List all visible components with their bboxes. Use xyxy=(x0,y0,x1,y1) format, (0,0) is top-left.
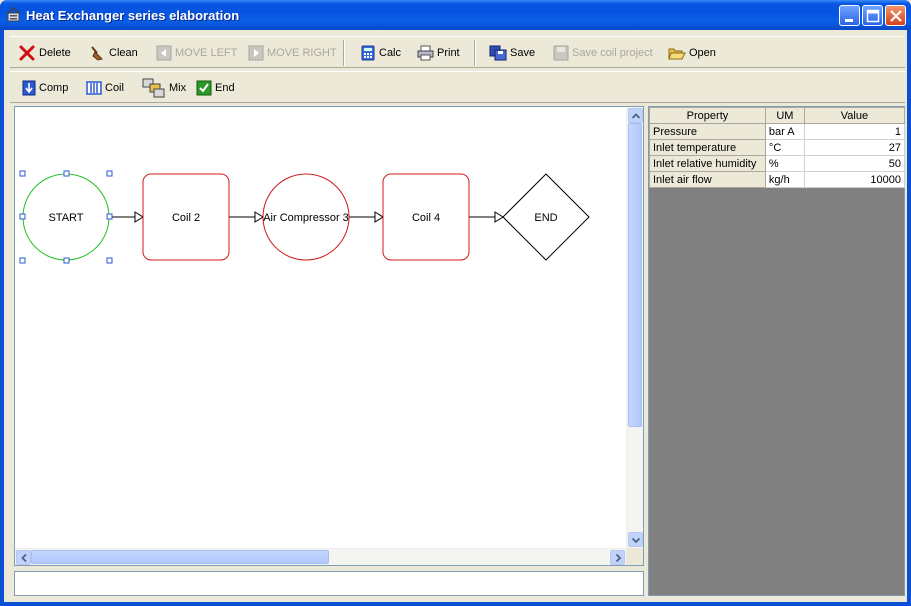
chevron-up-icon xyxy=(631,113,641,119)
connector-arrow-icon xyxy=(374,211,384,223)
chevron-left-icon xyxy=(21,553,27,563)
window-title: Heat Exchanger series elaboration xyxy=(26,8,240,23)
comp-button[interactable]: Comp xyxy=(22,78,68,98)
flow-diagram[interactable]: START Coil 2 Air Compressor 3 Coil 4 END xyxy=(15,107,627,549)
property-unit: kg/h xyxy=(764,171,805,188)
vertical-scrollbar[interactable] xyxy=(626,107,643,549)
compressor-icon xyxy=(22,80,36,96)
print-button[interactable]: Print xyxy=(417,43,460,63)
message-field[interactable] xyxy=(14,571,644,596)
calculator-icon xyxy=(361,45,375,61)
table-header-row: Property UM Value xyxy=(649,107,906,124)
node-coil-4-label: Coil 4 xyxy=(412,212,440,224)
connector-arrow-icon xyxy=(494,211,504,223)
chevron-down-icon xyxy=(631,537,641,544)
table-row: Inlet air flow kg/h 10000 xyxy=(649,171,906,188)
property-name: Inlet relative humidity xyxy=(649,155,766,172)
connector-arrow-icon xyxy=(254,211,264,223)
clean-button[interactable]: Clean xyxy=(88,43,138,63)
node-coil-2[interactable]: Coil 2 xyxy=(142,173,230,261)
save-disk-icon xyxy=(553,45,569,61)
column-header-value[interactable]: Value xyxy=(803,107,906,124)
minimize-button[interactable] xyxy=(839,5,860,26)
folder-open-icon xyxy=(668,48,686,60)
move-left-button[interactable]: MOVE LEFT xyxy=(156,43,237,63)
column-header-um[interactable]: UM xyxy=(764,107,805,124)
property-value[interactable]: 50 xyxy=(803,155,906,172)
property-unit: bar A xyxy=(764,123,805,140)
chevron-right-icon xyxy=(615,553,622,563)
save-button[interactable]: Save xyxy=(489,43,535,63)
open-button[interactable]: Open xyxy=(668,43,716,63)
property-unit: % xyxy=(764,155,805,172)
coil-button[interactable]: Coil xyxy=(86,78,124,98)
end-button[interactable]: End xyxy=(196,78,235,98)
diagram-canvas[interactable]: START Coil 2 Air Compressor 3 Coil 4 END xyxy=(14,106,644,566)
property-name: Pressure xyxy=(649,123,766,140)
node-air-compressor-3[interactable]: Air Compressor 3 xyxy=(262,173,350,261)
property-value[interactable]: 27 xyxy=(803,139,906,156)
property-name: Inlet temperature xyxy=(649,139,766,156)
title-bar[interactable]: Heat Exchanger series elaboration xyxy=(0,0,911,30)
mix-button[interactable]: Mix xyxy=(142,78,186,98)
horizontal-scroll-thumb[interactable] xyxy=(31,550,329,564)
save-coil-project-button[interactable]: Save coil project xyxy=(553,43,653,63)
arrow-right-icon xyxy=(248,45,264,61)
scroll-left-button[interactable] xyxy=(16,550,31,565)
app-icon xyxy=(6,7,21,22)
table-row: Inlet temperature °C 27 xyxy=(649,139,906,156)
vertical-scroll-thumb[interactable] xyxy=(628,123,642,427)
app-window: Heat Exchanger series elaboration Delete… xyxy=(0,0,911,606)
maximize-icon xyxy=(866,9,880,23)
save-disks-icon xyxy=(489,45,507,61)
coil-icon xyxy=(86,81,102,95)
mix-icon xyxy=(142,78,165,98)
calc-button[interactable]: Calc xyxy=(360,43,401,63)
node-start[interactable]: START xyxy=(19,170,113,264)
delete-x-icon xyxy=(19,45,35,61)
node-air-compressor-3-label: Air Compressor 3 xyxy=(263,212,349,224)
node-start-label: START xyxy=(48,212,83,224)
delete-button[interactable]: Delete xyxy=(18,43,71,63)
horizontal-scrollbar[interactable] xyxy=(15,548,627,565)
scroll-up-button[interactable] xyxy=(628,108,643,123)
properties-panel: Property UM Value Pressure bar A 1 Inlet… xyxy=(648,106,906,596)
close-button[interactable] xyxy=(885,5,906,26)
property-value[interactable]: 1 xyxy=(803,123,906,140)
properties-table: Property UM Value Pressure bar A 1 Inlet… xyxy=(649,107,906,188)
components-toolbar: Comp Coil Mix End xyxy=(10,71,905,103)
table-row: Pressure bar A 1 xyxy=(649,123,906,140)
scroll-right-button[interactable] xyxy=(610,550,625,565)
toolbar-separator xyxy=(474,40,476,66)
property-value[interactable]: 10000 xyxy=(803,171,906,188)
table-row: Inlet relative humidity % 50 xyxy=(649,155,906,172)
printer-icon xyxy=(417,45,434,61)
check-box-icon xyxy=(196,80,212,96)
arrow-left-icon xyxy=(156,45,172,61)
connector-arrow-icon xyxy=(134,211,144,223)
main-toolbar: Delete Clean MOVE LEFT MOVE RIGHT Calc P… xyxy=(10,36,905,68)
close-icon xyxy=(890,10,902,22)
broom-icon xyxy=(91,46,103,61)
toolbar-separator xyxy=(343,40,345,66)
minimize-icon xyxy=(845,19,853,22)
node-coil-2-label: Coil 2 xyxy=(172,212,200,224)
property-unit: °C xyxy=(764,139,805,156)
node-end-label: END xyxy=(534,212,557,224)
maximize-button[interactable] xyxy=(862,5,883,26)
column-header-property[interactable]: Property xyxy=(649,107,766,124)
scroll-corner xyxy=(626,548,643,565)
scroll-down-button[interactable] xyxy=(628,532,643,547)
move-right-button[interactable]: MOVE RIGHT xyxy=(248,43,337,63)
node-coil-4[interactable]: Coil 4 xyxy=(382,173,470,261)
node-end[interactable]: END xyxy=(502,173,590,261)
property-name: Inlet air flow xyxy=(649,171,766,188)
